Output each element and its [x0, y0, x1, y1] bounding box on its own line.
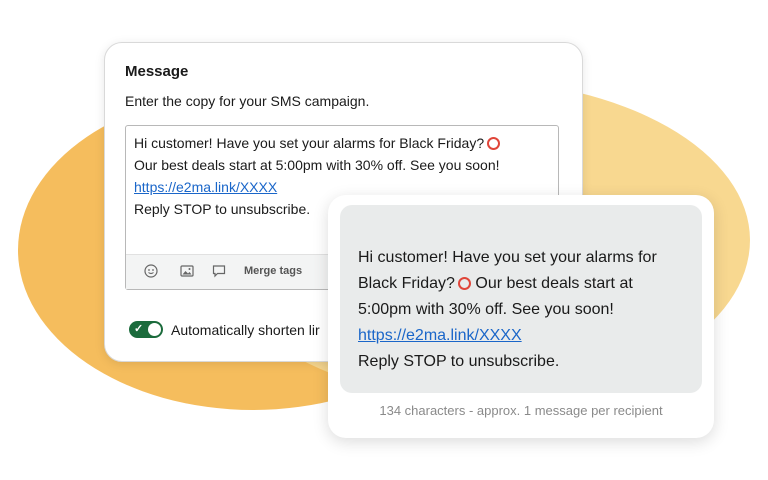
message-link[interactable]: https://e2ma.link/XXXX	[134, 179, 277, 195]
message-line-1: Hi customer! Have you set your alarms fo…	[134, 135, 485, 151]
alarm-clock-icon	[457, 277, 471, 290]
alarm-clock-icon	[487, 137, 501, 150]
preview-link[interactable]: https://e2ma.link/XXXX	[358, 327, 522, 344]
message-title: Message	[125, 63, 189, 80]
emoji-icon[interactable]	[144, 264, 158, 278]
message-subtitle: Enter the copy for your SMS campaign.	[125, 93, 370, 109]
toggle-knob	[148, 323, 161, 336]
character-count: 134 characters - approx. 1 message per r…	[379, 403, 663, 418]
merge-tags-button[interactable]: Merge tags	[244, 265, 302, 277]
preview-text-part-3: Reply STOP to unsubscribe.	[358, 353, 560, 370]
message-line-2: Our best deals start at 5:00pm with 30% …	[134, 157, 500, 173]
sms-preview-text: Hi customer! Have you set your alarms fo…	[358, 245, 688, 375]
shorten-links-label: Automatically shorten lir	[171, 322, 320, 338]
sms-preview-card: Hi customer! Have you set your alarms fo…	[328, 195, 714, 438]
message-line-4: Reply STOP to unsubscribe.	[134, 201, 311, 217]
sms-preview-bubble: Hi customer! Have you set your alarms fo…	[340, 205, 702, 393]
shorten-links-toggle[interactable]: ✓	[129, 321, 163, 338]
comment-icon[interactable]	[212, 264, 226, 278]
check-icon: ✓	[134, 323, 144, 335]
image-icon[interactable]	[180, 264, 194, 278]
